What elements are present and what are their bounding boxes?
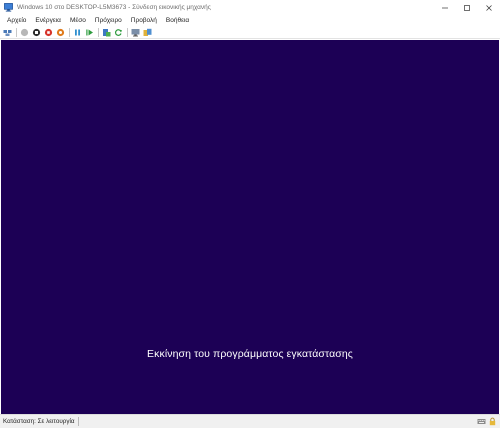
menu-bar: Αρχείο Ενέργεια Μέσο Πρόχειρο Προβολή Βο… — [0, 15, 500, 26]
revert-button[interactable] — [113, 27, 123, 37]
enhanced-session-button[interactable] — [130, 27, 140, 37]
menu-help[interactable]: Βοήθεια — [163, 15, 192, 26]
menu-media[interactable]: Μέσο — [67, 15, 89, 26]
close-button[interactable] — [478, 0, 500, 15]
save-button[interactable] — [55, 27, 65, 37]
turn-off-icon — [32, 28, 40, 36]
resume-icon — [85, 29, 93, 35]
maximize-icon — [464, 4, 470, 11]
setup-status-message: Εκκίνηση του προγράμματος εγκατάστασης — [147, 348, 353, 360]
vm-display[interactable]: Εκκίνηση του προγράμματος εγκατάστασης — [1, 40, 499, 414]
menu-view[interactable]: Προβολή — [128, 15, 160, 26]
pause-button[interactable] — [72, 27, 82, 37]
shutdown-button[interactable] — [43, 27, 53, 37]
ctrl-alt-del-icon — [3, 29, 11, 36]
ctrl-alt-del-button[interactable] — [2, 27, 12, 37]
enhanced-session-icon — [131, 28, 139, 36]
shutdown-icon — [44, 28, 52, 36]
lock-icon — [489, 417, 496, 426]
turn-off-button[interactable] — [31, 27, 41, 37]
toolbar — [0, 26, 500, 39]
toolbar-separator — [16, 27, 17, 37]
minimize-button[interactable] — [434, 0, 456, 15]
close-icon — [486, 4, 492, 11]
revert-icon — [114, 28, 122, 36]
start-icon — [20, 28, 28, 36]
status-bar: Κατάσταση: Σε λειτουργία — [0, 414, 500, 428]
start-button[interactable] — [19, 27, 29, 37]
share-button[interactable] — [142, 27, 152, 37]
pause-icon — [74, 29, 80, 35]
save-icon — [56, 28, 64, 36]
menu-action[interactable]: Ενέργεια — [32, 15, 64, 26]
toolbar-separator — [69, 27, 70, 37]
window-title: Windows 10 στο DESKTOP-L5M3673 - Σύνδεση… — [17, 4, 211, 11]
resume-button[interactable] — [84, 27, 94, 37]
toolbar-separator — [98, 27, 99, 37]
checkpoint-button[interactable] — [101, 27, 111, 37]
toolbar-separator — [127, 27, 128, 37]
minimize-icon — [442, 7, 448, 8]
status-icons — [475, 417, 497, 426]
checkpoint-icon — [102, 28, 110, 36]
menu-clipboard[interactable]: Πρόχειρο — [92, 15, 125, 26]
window-controls — [434, 0, 500, 15]
maximize-button[interactable] — [456, 0, 478, 15]
vm-connect-icon — [4, 3, 13, 12]
menu-file[interactable]: Αρχείο — [4, 15, 29, 26]
share-icon — [143, 28, 151, 36]
vm-status: Κατάσταση: Σε λειτουργία — [3, 417, 79, 426]
keyboard-icon — [477, 419, 486, 424]
title-bar[interactable]: Windows 10 στο DESKTOP-L5M3673 - Σύνδεση… — [0, 0, 500, 15]
